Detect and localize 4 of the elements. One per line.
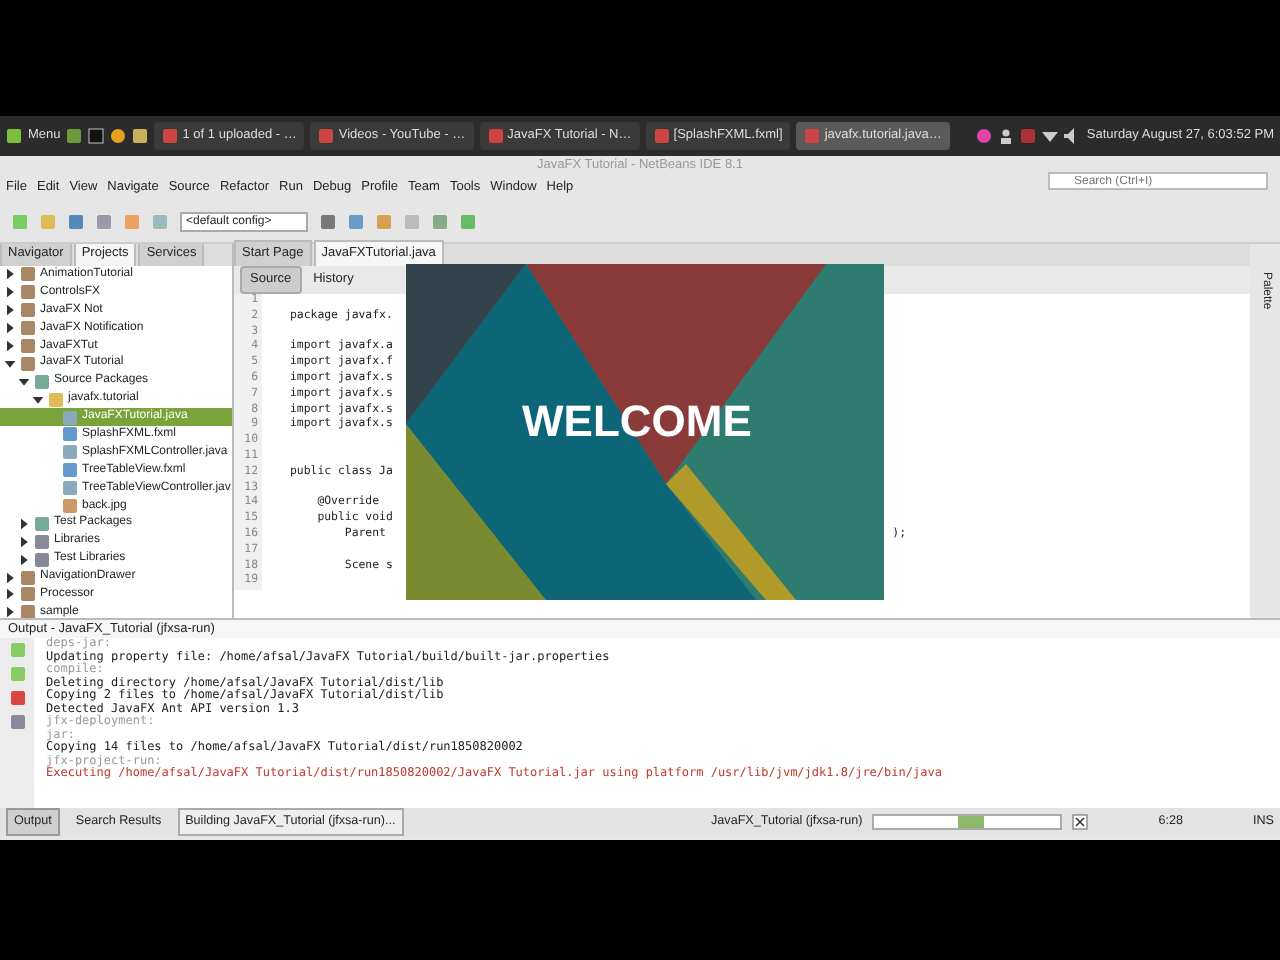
splash-title: WELCOME (522, 400, 752, 444)
terminal-icon[interactable] (88, 128, 105, 144)
cancel-icon[interactable] (1072, 814, 1089, 830)
user-icon[interactable] (998, 128, 1015, 144)
